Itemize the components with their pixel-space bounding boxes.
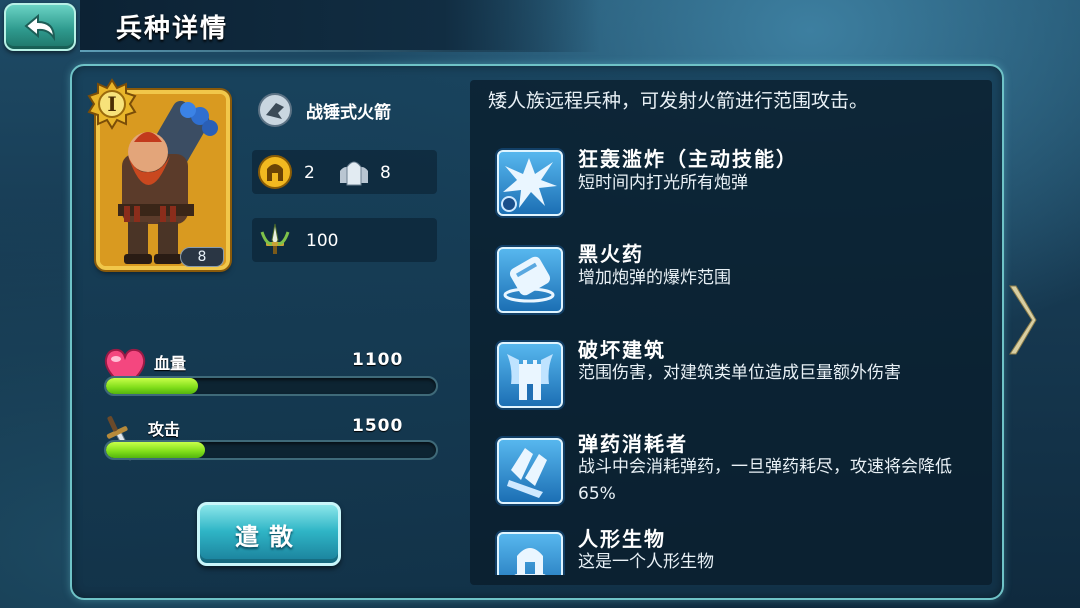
unit-type-icon — [258, 93, 292, 127]
skill-1-desc: 短时间内打光所有炮弹 — [578, 173, 748, 193]
hp-bar-fill — [106, 378, 199, 394]
unit-count-badge: 8 — [180, 247, 224, 267]
skill-2-name: 黑火药 — [578, 242, 644, 266]
hp-value: 1100 — [352, 350, 404, 370]
skill-4-desc: 战斗中会消耗弹药，一旦弹药耗尽，攻速将会降低65% — [578, 457, 952, 504]
skill-2-desc: 增加炮弹的爆炸范围 — [578, 268, 731, 288]
gold-helmet-icon — [258, 155, 292, 189]
skill-3-name: 破坏建筑 — [578, 338, 666, 362]
next-page-button[interactable] — [1004, 282, 1038, 358]
skill-5-name: 人形生物 — [578, 527, 666, 551]
skill-4-name: 弹药消耗者 — [578, 432, 688, 456]
attack-label: 攻击 — [148, 420, 181, 439]
humanoid-helmet-icon[interactable] — [497, 532, 563, 575]
tower-icon[interactable] — [497, 342, 563, 408]
hp-label: 血量 — [154, 354, 187, 373]
dismiss-button[interactable]: 遣散 — [197, 502, 341, 566]
chevron-right-icon — [1009, 285, 1037, 355]
attack-bar-fill — [106, 442, 205, 458]
attack-value: 1500 — [352, 416, 404, 436]
unit-description: 矮人族远程兵种，可发射火箭进行范围攻击。 — [488, 90, 869, 112]
back-button[interactable] — [4, 3, 76, 51]
skill-3-desc: 范围伤害，对建筑类单位造成巨量额外伤害 — [578, 363, 901, 383]
population-value: 8 — [380, 163, 391, 183]
unit-name: 战锤式火箭 — [306, 103, 391, 123]
ammo-icon[interactable] — [497, 438, 563, 504]
powder-keg-icon[interactable] — [497, 247, 563, 313]
unit-level-text: I — [107, 92, 117, 116]
sword-power-icon — [258, 222, 292, 256]
skill-5-desc: 这是一个人形生物 — [578, 552, 714, 572]
page-title: 兵种详情 — [116, 14, 229, 44]
hp-bar — [104, 376, 438, 396]
explosion-icon[interactable] — [497, 150, 563, 216]
back-arrow-icon — [24, 13, 56, 42]
unit-level-badge: I — [86, 78, 138, 130]
skill-1-name: 狂轰滥炸（主动技能） — [578, 147, 798, 171]
power-value: 100 — [306, 231, 339, 251]
cost-value: 2 — [304, 163, 315, 183]
attack-bar — [104, 440, 438, 460]
population-icon — [336, 157, 372, 187]
